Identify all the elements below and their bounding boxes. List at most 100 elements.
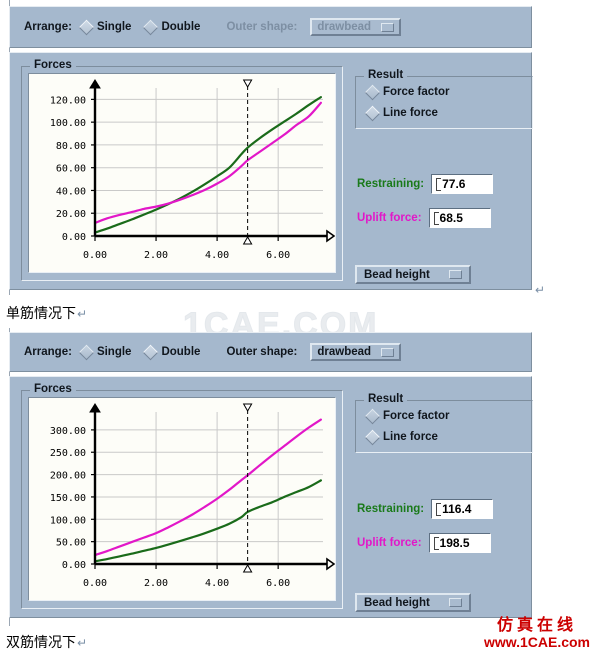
site-logo: 仿真在线 www.1CAE.com <box>484 616 590 651</box>
text-caret-icon <box>436 502 442 516</box>
x-tick-label: 4.00 <box>205 250 229 261</box>
result-group-1: Result Force factor Line force <box>355 69 533 129</box>
restraining-input-1[interactable]: 77.6 <box>431 174 494 194</box>
dropdown-indicator-icon <box>449 598 462 607</box>
arrange-toolbar-2: Arrange: Single Double Outer shape: draw… <box>10 337 533 367</box>
x-tick-label: 2.00 <box>144 250 168 261</box>
radio-double-label-2: Double <box>161 346 201 358</box>
outer-shape-label-2: Outer shape: <box>226 346 298 358</box>
x-tick-label: 6.00 <box>266 578 290 589</box>
diamond-icon <box>143 344 159 360</box>
window-single-bead: Arrange: Single Double Outer shape: draw… <box>0 0 545 297</box>
restraining-input-2[interactable]: 116.4 <box>431 499 494 519</box>
forces-group-1: Forces 0.00 20.00 40.00 60.00 80.00 100.00 120… <box>21 59 343 281</box>
bead-height-button-1[interactable]: Bead height <box>355 265 471 284</box>
x-tick-label: 0.00 <box>83 250 107 261</box>
forces-chart-svg-2: 0.00 50.00 100.00 150.00 200.00 250.00 300.00 0… <box>50 403 335 589</box>
y-tick-label: 60.00 <box>56 164 86 175</box>
forces-group-title-1: Forces <box>30 59 76 71</box>
x-tick-label: 6.00 <box>266 250 290 261</box>
diamond-icon <box>78 19 95 35</box>
series-line-uplift-force <box>93 418 322 557</box>
radio-single-2[interactable]: Single <box>78 344 131 360</box>
restraining-row-1: Restraining: 77.6 <box>357 174 494 194</box>
outer-shape-value-2: drawbead <box>317 346 372 358</box>
diamond-icon <box>143 19 159 35</box>
caption-single-text: 单筋情况下 <box>6 306 76 322</box>
restraining-value-2: 116.4 <box>442 502 472 516</box>
forces-plot-2[interactable]: 0.00 50.00 100.00 150.00 200.00 250.00 300.00 0… <box>28 397 336 601</box>
forces-plot-1[interactable]: 0.00 20.00 40.00 60.00 80.00 100.00 120.00 0.00… <box>28 73 336 273</box>
toolbar-strip-1: Arrange: Single Double Outer shape: draw… <box>9 6 532 48</box>
y-tick-label: 150.00 <box>50 493 86 504</box>
body-panel-1: Forces 0.00 20.00 40.00 60.00 80.00 100.00 120… <box>9 52 533 290</box>
caption-double-text: 双筋情况下 <box>6 635 76 651</box>
caption-single: 单筋情况下↵ <box>6 303 87 323</box>
uplift-row-2: Uplift force: 198.5 <box>357 533 491 553</box>
restraining-row-2: Restraining: 116.4 <box>357 499 494 519</box>
radio-force-factor-label-1: Force factor <box>383 86 450 98</box>
x-tick-label: 4.00 <box>205 578 229 589</box>
y-tick-label: 100.00 <box>50 515 86 526</box>
radio-double-label-1: Double <box>161 21 201 33</box>
y-tick-label: 50.00 <box>56 538 86 549</box>
forces-group-title-2: Forces <box>30 383 76 395</box>
radio-force-factor-label-2: Force factor <box>383 410 450 422</box>
x-tick-label: 0.00 <box>83 578 107 589</box>
cursor-handle-top-icon <box>242 79 253 89</box>
radio-force-factor-1[interactable]: Force factor <box>364 84 450 100</box>
radio-force-factor-2[interactable]: Force factor <box>364 408 450 424</box>
arrange-label-1: Arrange: <box>24 21 72 33</box>
cursor-handle-top-icon <box>242 403 253 413</box>
dropdown-indicator-icon <box>381 347 395 357</box>
uplift-input-1[interactable]: 68.5 <box>428 208 491 228</box>
restraining-label-2: Restraining: <box>357 503 425 515</box>
result-group-border <box>355 76 533 129</box>
x-axis-arrow-icon <box>326 229 335 243</box>
cursor-handle-bottom-icon <box>242 563 253 573</box>
diamond-icon <box>364 105 381 121</box>
dropdown-indicator-icon <box>381 22 395 32</box>
diamond-icon <box>364 84 381 100</box>
uplift-input-2[interactable]: 198.5 <box>428 533 491 553</box>
result-group-title-1: Result <box>364 69 408 81</box>
y-tick-label: 80.00 <box>56 141 86 152</box>
radio-double-1[interactable]: Double <box>143 19 201 35</box>
bead-height-button-2[interactable]: Bead height <box>355 593 471 612</box>
forces-chart-svg-1: 0.00 20.00 40.00 60.00 80.00 100.00 120.00 0.00… <box>50 79 335 261</box>
window-double-bead: Arrange: Single Double Outer shape: draw… <box>0 328 540 626</box>
arrange-label-2: Arrange: <box>24 346 72 358</box>
y-axis-arrow-icon <box>89 403 101 413</box>
restraining-label-1: Restraining: <box>357 178 425 190</box>
y-axis-arrow-icon <box>89 79 101 89</box>
y-tick-label: 0.00 <box>62 560 86 571</box>
y-tick-label: 100.00 <box>50 118 86 129</box>
radio-single-1[interactable]: Single <box>78 19 131 35</box>
y-tick-label: 300.00 <box>50 426 86 437</box>
x-axis-arrow-icon <box>326 557 335 571</box>
outer-shape-dropdown-1[interactable]: drawbead <box>310 18 402 36</box>
diamond-icon <box>364 408 381 424</box>
y-tick-label: 250.00 <box>50 448 86 459</box>
pilcrow-mark: ↵ <box>77 636 88 650</box>
toolbar-strip-2: Arrange: Single Double Outer shape: draw… <box>9 332 532 372</box>
restraining-value-1: 77.6 <box>442 177 466 191</box>
uplift-value-1: 68.5 <box>439 211 463 225</box>
result-group-border <box>355 400 533 453</box>
diamond-icon <box>78 344 95 360</box>
radio-double-2[interactable]: Double <box>143 344 201 360</box>
uplift-row-1: Uplift force: 68.5 <box>357 208 491 228</box>
x-tick-label: 2.00 <box>144 578 168 589</box>
radio-line-force-2[interactable]: Line force <box>364 429 438 445</box>
arrange-toolbar-1: Arrange: Single Double Outer shape: draw… <box>10 12 533 42</box>
outer-shape-value-1: drawbead <box>317 21 372 33</box>
result-group-2: Result Force factor Line force <box>355 393 533 453</box>
outer-shape-dropdown-2[interactable]: drawbead <box>310 343 402 361</box>
bead-height-label-2: Bead height <box>364 596 430 609</box>
radio-line-force-1[interactable]: Line force <box>364 105 438 121</box>
y-tick-label: 200.00 <box>50 471 86 482</box>
pilcrow-mark: ↵ <box>77 307 88 321</box>
text-caret-icon <box>436 177 442 191</box>
cursor-handle-bottom-icon <box>242 235 253 245</box>
diamond-icon <box>364 429 381 445</box>
